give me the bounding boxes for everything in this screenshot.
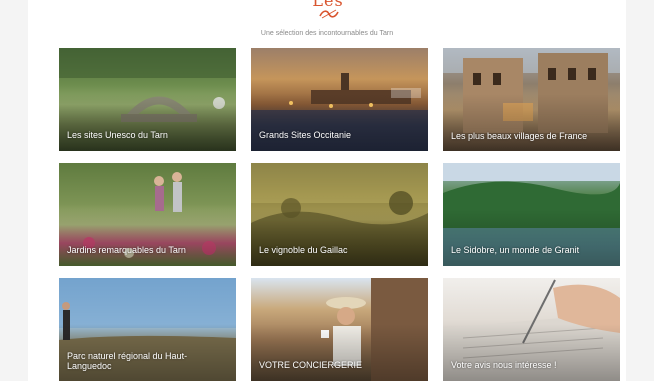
tile-grands-sites[interactable]: Grands Sites Occitanie (251, 48, 428, 151)
tile-label: Grands Sites Occitanie (259, 130, 352, 140)
section-subtitle: Une sélection des incontournables du Tar… (260, 30, 394, 37)
content-panel: Les incontournables Une sélection des in… (28, 0, 626, 381)
tile-shade (59, 209, 236, 266)
tile-your-opinion[interactable]: Votre avis nous intéresse ! (443, 278, 620, 381)
tile-gaillac-vineyard[interactable]: Le vignoble du Gaillac (251, 163, 428, 266)
tile-label: Votre avis nous intéresse ! (451, 360, 557, 370)
tile-shade (443, 209, 620, 266)
tile-label: Les plus beaux villages de France (451, 131, 588, 141)
tile-shade (443, 94, 620, 151)
tile-label: Les sites Unesco du Tarn (67, 130, 168, 140)
tile-shade (59, 94, 236, 151)
tile-unesco-sites[interactable]: Les sites Unesco du Tarn (59, 48, 236, 151)
tile-shade (443, 324, 620, 381)
tile-label: VOTRE CONCIERGERIE (259, 360, 363, 370)
ornament-icon (319, 9, 339, 19)
tile-beautiful-villages[interactable]: Les plus beaux villages de France (443, 48, 620, 151)
tile-haut-languedoc-park[interactable]: Parc naturel régional du Haut-Languedoc (59, 278, 236, 381)
page: Les incontournables Une sélection des in… (0, 0, 654, 381)
tile-shade (251, 324, 428, 381)
tile-sidobre[interactable]: Le Sidobre, un monde de Granit (443, 163, 620, 266)
tile-label: Le Sidobre, un monde de Granit (451, 245, 580, 255)
tile-remarkable-gardens[interactable]: Jardins remarquables du Tarn (59, 163, 236, 266)
tile-grid: Les sites Unesco du Tarn Grands Sites Oc… (59, 48, 620, 381)
tile-shade (251, 94, 428, 151)
tile-label: Le vignoble du Gaillac (259, 245, 348, 255)
tile-label: Jardins remarquables du Tarn (67, 245, 186, 255)
tile-shade (251, 209, 428, 266)
tile-concierge[interactable]: VOTRE CONCIERGERIE (251, 278, 428, 381)
tile-label: Parc naturel régional du Haut-Languedoc (67, 351, 188, 371)
